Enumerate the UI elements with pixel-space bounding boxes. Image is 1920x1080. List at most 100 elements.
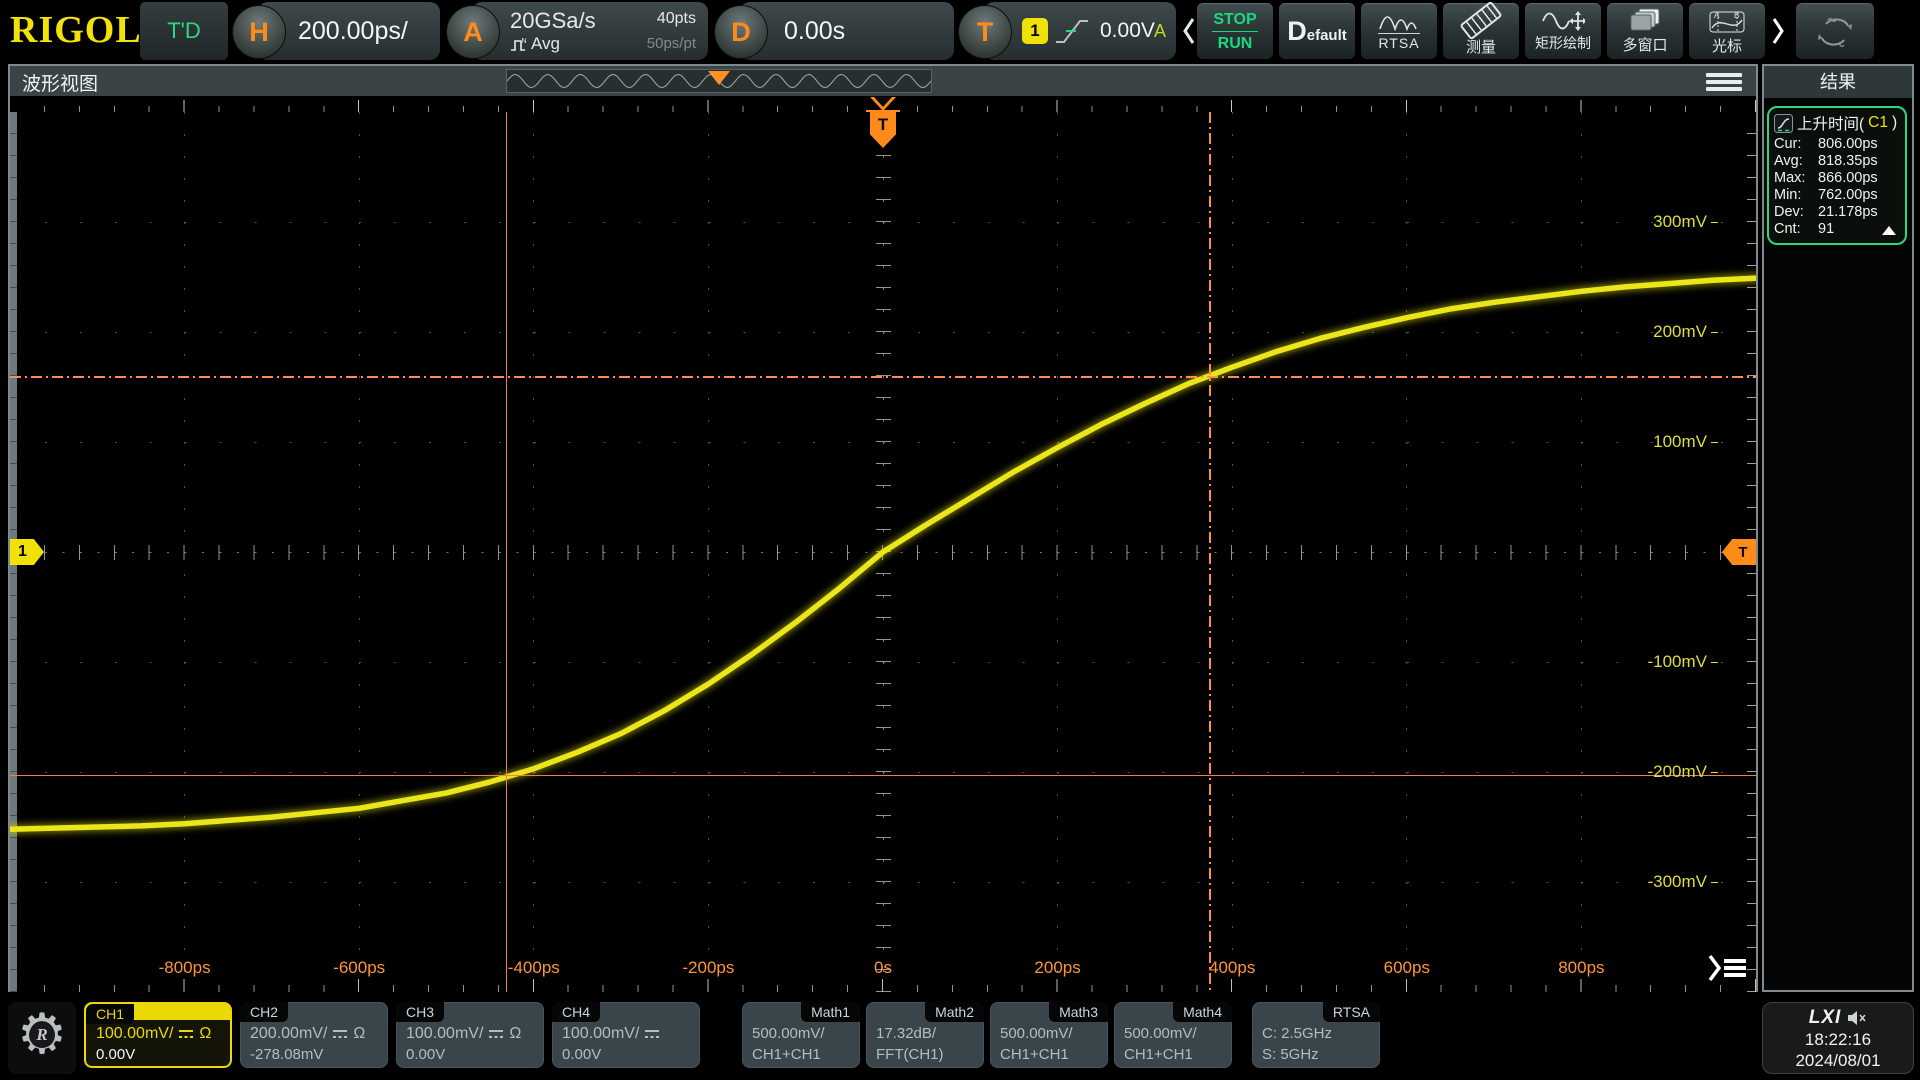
- system-time: 18:22:16: [1763, 1029, 1913, 1050]
- menu-icon[interactable]: [1706, 73, 1742, 94]
- time-label: 200ps: [1034, 958, 1080, 978]
- run-stop-button[interactable]: STOP RUN: [1197, 3, 1273, 59]
- measure-cursor-lower-vertical[interactable]: [506, 112, 507, 992]
- acquisition-knob[interactable]: A: [446, 5, 500, 59]
- measurement-channel: C1: [1868, 114, 1888, 132]
- math-card-math2[interactable]: Math2 17.32dB/ FFT(CH1): [866, 1002, 984, 1068]
- cursor-button[interactable]: A B 光标: [1689, 3, 1765, 59]
- trigger-knob[interactable]: T: [958, 5, 1012, 59]
- time-label: -800ps: [159, 958, 211, 978]
- voltage-label: 300mV: [1653, 212, 1718, 232]
- measure-button[interactable]: 测量: [1443, 3, 1519, 59]
- spectrum-wave-icon: [1377, 13, 1421, 31]
- ch2-offset: -278.08mV: [250, 1046, 323, 1063]
- waveform-position-preview[interactable]: [506, 69, 932, 93]
- trigger-status-badge: T'D: [140, 2, 228, 60]
- scroll-up-icon[interactable]: [1882, 226, 1896, 235]
- preview-trigger-position-icon[interactable]: [708, 71, 730, 85]
- horizontal-settings-group[interactable]: H 200.00ps/: [232, 2, 440, 60]
- horizontal-knob[interactable]: H: [232, 5, 286, 59]
- measurement-row: Dev:21.178ps: [1774, 204, 1900, 221]
- dc-coupling-icon: [644, 1028, 660, 1040]
- status-clock-box: LXI 18:22:16 2024/08/01: [1762, 1002, 1914, 1074]
- acquire-mode: Avg: [531, 34, 560, 54]
- ch3-scale: 100.00mV/: [406, 1025, 483, 1043]
- run-stop-divider: [1212, 31, 1258, 32]
- math4-tab: Math4: [1173, 1002, 1232, 1022]
- multi-window-button[interactable]: 多窗口: [1607, 3, 1683, 59]
- voltage-label: -100mV: [1647, 652, 1718, 672]
- channel-card-ch3[interactable]: CH3 100.00mV/ Ω 0.00V: [396, 1002, 544, 1068]
- trigger-settings-group[interactable]: T 1 0.00V A: [958, 2, 1176, 60]
- run-label: RUN: [1218, 35, 1253, 52]
- collapse-left-icon[interactable]: [1181, 16, 1197, 46]
- rect-draw-label: 矩形绘制: [1535, 33, 1591, 53]
- acquisition-settings-group[interactable]: A 20GSa/s 40pts N Avg 50ps/pt: [446, 2, 708, 60]
- math2-expression: FFT(CH1): [876, 1046, 944, 1063]
- math2-scale: 17.32dB/: [876, 1025, 936, 1042]
- ch1-offset: 0.00V: [96, 1046, 135, 1063]
- trigger-level: 0.00V: [1100, 2, 1155, 60]
- waveform-cycle-button[interactable]: [1796, 3, 1874, 59]
- rise-time-measurement-card[interactable]: 上升时间(C1) Cur:806.00ps Avg:818.35ps Max:8…: [1767, 106, 1907, 245]
- rigol-gear-letter: R: [29, 1022, 55, 1048]
- ch3-impedance: Ω: [509, 1025, 521, 1043]
- rect-draw-button[interactable]: 矩形绘制: [1525, 3, 1601, 59]
- default-rest: efault: [1307, 27, 1347, 44]
- stop-label: STOP: [1213, 11, 1256, 28]
- time-label: 600ps: [1384, 958, 1430, 978]
- ch3-offset: 0.00V: [406, 1046, 445, 1063]
- time-label: 800ps: [1558, 958, 1604, 978]
- rtsa-center-freq: C: 2.5GHz: [1262, 1025, 1332, 1042]
- math4-expression: CH1+CH1: [1124, 1046, 1193, 1063]
- results-expand-icon[interactable]: [1708, 954, 1746, 982]
- memory-points: 40pts: [657, 10, 696, 28]
- top-toolbar: RIGOL T'D H 200.00ps/ A 20GSa/s 40pts N …: [0, 0, 1920, 62]
- default-button[interactable]: D efault: [1279, 3, 1355, 59]
- results-panel: 结果 上升时间(C1) Cur:806.00ps Avg:818.35ps Ma…: [1762, 64, 1914, 992]
- math-card-math1[interactable]: Math1 500.00mV/ CH1+CH1: [742, 1002, 860, 1068]
- delay-settings-group[interactable]: D 0.00s: [714, 2, 954, 60]
- rtsa-button[interactable]: RTSA: [1361, 3, 1437, 59]
- channel-card-ch1[interactable]: CH1 100.00mV/ Ω 0.00V: [84, 1002, 232, 1068]
- trigger-position-outline-inner: [874, 97, 892, 107]
- ch2-impedance: Ω: [353, 1025, 365, 1043]
- measure-cursor-upper-horizontal[interactable]: [10, 376, 1756, 378]
- math1-tab: Math1: [801, 1002, 860, 1022]
- math-card-math4[interactable]: Math4 500.00mV/ CH1+CH1: [1114, 1002, 1232, 1068]
- math4-scale: 500.00mV/: [1124, 1025, 1197, 1042]
- math3-tab: Math3: [1049, 1002, 1108, 1022]
- multi-window-icon: [1630, 8, 1660, 32]
- measurement-row: Avg:818.35ps: [1774, 153, 1900, 170]
- voltage-label: -300mV: [1647, 872, 1718, 892]
- expand-right-icon[interactable]: [1770, 16, 1786, 46]
- measure-cursor-upper-vertical[interactable]: [1209, 112, 1211, 992]
- math-card-math3[interactable]: Math3 500.00mV/ CH1+CH1: [990, 1002, 1108, 1068]
- delay-knob[interactable]: D: [714, 5, 768, 59]
- rtsa-card[interactable]: RTSA C: 2.5GHz S: 5GHz: [1252, 1002, 1380, 1068]
- time-label: -400ps: [508, 958, 560, 978]
- delay-panel: [740, 2, 954, 60]
- system-gear-button[interactable]: ⚙ R: [8, 1002, 76, 1074]
- channel-card-ch4[interactable]: CH4 100.00mV/ 0.00V: [552, 1002, 700, 1068]
- ruler-icon: [1459, 0, 1502, 40]
- waveform-view-title: 波形视图: [22, 69, 98, 96]
- waveform-view-titlebar: 波形视图: [10, 66, 1756, 96]
- system-date: 2024/08/01: [1763, 1050, 1913, 1071]
- time-label: 0s: [874, 958, 892, 978]
- channel-card-ch2[interactable]: CH2 200.00mV/ Ω -278.08mV: [240, 1002, 388, 1068]
- measurement-name-suffix: ): [1892, 114, 1897, 132]
- ch4-scale: 100.00mV/: [562, 1025, 639, 1043]
- measurement-row: Max:866.00ps: [1774, 170, 1900, 187]
- ch1-tab: CH1: [86, 1004, 134, 1024]
- rising-edge-icon: [1054, 16, 1090, 46]
- channel1-waveform: [10, 112, 1756, 992]
- delay-value: 0.00s: [784, 2, 845, 60]
- wave-move-icon: [1541, 11, 1585, 31]
- measure-cursor-lower-horizontal[interactable]: [10, 775, 1756, 776]
- time-label: 400ps: [1209, 958, 1255, 978]
- ch1-scale: 100.00mV/: [96, 1025, 173, 1043]
- math2-tab: Math2: [925, 1002, 984, 1022]
- cursor-ab-icon: A B: [1709, 8, 1745, 33]
- measurement-row: Min:762.00ps: [1774, 187, 1900, 204]
